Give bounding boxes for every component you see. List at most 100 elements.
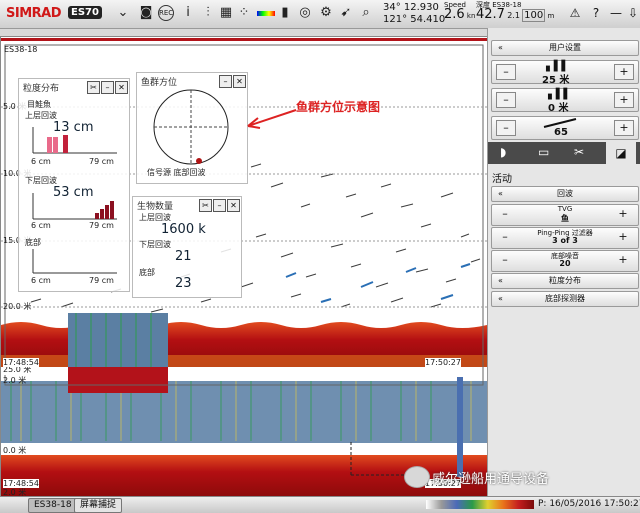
minimize-icon[interactable]: —: [608, 5, 624, 21]
info-icon[interactable]: ⅰ: [180, 5, 196, 21]
annotation-label: 鱼群方位示意图: [296, 100, 381, 114]
range-unit: m: [547, 12, 555, 20]
collapse-icon: «: [498, 294, 503, 303]
speed-readout: Speed 2.6 kn: [444, 1, 475, 21]
tab-channel[interactable]: ES38-18: [28, 498, 78, 513]
close-icon[interactable]: ✕: [115, 81, 128, 94]
chevron-down-icon[interactable]: ⌄: [115, 5, 131, 21]
offset-value: 0 米: [548, 103, 569, 114]
active-tab-icon[interactable]: ◪: [606, 142, 636, 164]
compass-icon[interactable]: ◎: [297, 5, 313, 21]
minimize-icon[interactable]: –: [101, 81, 114, 94]
bearing-footer: 信号源 底部回波: [147, 168, 206, 177]
tools-icon[interactable]: ✂: [199, 199, 212, 212]
panel-controls: ✂ – ✕: [87, 81, 128, 94]
minus-button[interactable]: –: [496, 92, 516, 108]
record-icon[interactable]: REC: [158, 5, 174, 21]
help-icon[interactable]: ?: [588, 5, 604, 21]
camera-icon[interactable]: ◙: [138, 5, 154, 21]
bottom-btn-label: 底部探测器: [545, 294, 585, 303]
brand-logo: SIMRAD: [6, 6, 62, 21]
size-distribution-button[interactable]: « 粒度分布: [491, 273, 639, 289]
depth-tick-20: 20.0 米: [3, 302, 32, 311]
bottom-detector-button[interactable]: « 底部探测器: [491, 291, 639, 307]
tvg-control[interactable]: – TVG 鱼 +: [491, 204, 639, 226]
offset-control[interactable]: – ▖▌▌ 0 米 +: [491, 88, 639, 114]
wechat-icon: [404, 466, 430, 488]
right-settings-panel: « 用户设置 – ▖▌▌ 25 米 + – ▖▌▌ 0 米 + – 65 + ◗ …: [487, 28, 640, 496]
block1-max: 79 cm: [89, 157, 114, 166]
channel-label: ES38-18: [4, 45, 38, 54]
tools-icon[interactable]: ✂: [87, 81, 100, 94]
pointer-icon[interactable]: ➹: [338, 5, 354, 21]
plus-button[interactable]: +: [614, 230, 632, 244]
upper-value: 1600 k: [161, 222, 206, 237]
range-value[interactable]: 100: [522, 9, 546, 22]
bottom-value: 23: [175, 276, 192, 291]
close-icon[interactable]: ✕: [227, 199, 240, 212]
fish-bearing-panel[interactable]: 鱼群方位 – ✕ 信号源 底部回波: [136, 72, 248, 184]
expand-icon[interactable]: ⇩: [625, 5, 640, 21]
bottom-label: 底部: [139, 268, 155, 277]
user-settings-label: 用户设置: [549, 43, 581, 52]
panel-controls: ✂ – ✕: [199, 199, 240, 212]
time-left-2: 17:48:54: [3, 479, 39, 488]
gain-value: 25 米: [542, 75, 570, 86]
color-scale-bar: [426, 500, 534, 509]
plus-button[interactable]: +: [614, 207, 632, 221]
gain-control[interactable]: – ▖▌▌ 25 米 +: [491, 60, 639, 86]
search-icon[interactable]: ⌕: [358, 5, 374, 21]
size-btn-label: 粒度分布: [549, 276, 581, 285]
echo-label: 回波: [557, 189, 573, 198]
tab-screen-capture[interactable]: 屏幕捕捉: [74, 498, 123, 513]
biomass-panel[interactable]: 生物数量 ✂ – ✕ 上层回波 1600 k 下层回波 21 底部 23: [132, 196, 242, 298]
speed-value: 2.6: [444, 7, 465, 22]
subtitle: 目鮭魚: [27, 100, 51, 109]
panel-title: 粒度分布: [23, 84, 60, 94]
plus-button[interactable]: +: [614, 253, 632, 267]
active-label: 活动: [492, 174, 512, 185]
bottom-noise-control[interactable]: – 底部噪音 20 +: [491, 250, 639, 272]
time-left: 17:48:54: [3, 358, 39, 367]
product-badge: ES70: [68, 6, 102, 19]
collapse-icon: «: [498, 189, 503, 198]
minus-button[interactable]: –: [496, 64, 516, 80]
minimize-icon[interactable]: –: [213, 199, 226, 212]
plus-button[interactable]: +: [614, 120, 634, 136]
depth-readout: 深度 ES38-18 42.7 2.1 100 m: [476, 1, 555, 22]
color-scale-icon[interactable]: [257, 5, 277, 21]
slope-control[interactable]: – 65 +: [491, 116, 639, 140]
user-settings-button[interactable]: « 用户设置: [491, 40, 639, 56]
playback-date: P: 16/05/2016: [538, 499, 602, 509]
fish-bearing-dot: [196, 158, 202, 164]
dots-icon[interactable]: ⁘: [236, 5, 252, 21]
sliders-icon[interactable]: ⫶: [200, 5, 216, 21]
ping-filter-control[interactable]: – Ping-Ping 过滤器 3 of 3 +: [491, 227, 639, 249]
block2-min: 6 cm: [31, 221, 51, 230]
minus-button[interactable]: –: [496, 120, 516, 136]
block3-min: 6 cm: [31, 276, 51, 285]
block2-max: 79 cm: [89, 221, 114, 230]
plus-button[interactable]: +: [614, 64, 634, 80]
settings-icon[interactable]: ⚙: [318, 5, 334, 21]
echo-button[interactable]: « 回波: [491, 186, 639, 202]
depth-value: 42.7: [476, 7, 505, 22]
warning-icon[interactable]: ⚠: [567, 5, 583, 21]
status-bar: ES38-18 屏幕捕捉 P: 16/05/2016 17:50:27: [0, 496, 640, 513]
tools-icon[interactable]: ✂: [574, 145, 584, 159]
annotation-arrow: [247, 109, 297, 129]
block1-min: 6 cm: [31, 157, 51, 166]
position-readout: 34° 12.930 121° 54.410: [383, 2, 445, 26]
grid-icon[interactable]: ▦: [218, 5, 234, 21]
bar-chart-icon[interactable]: ▮: [277, 5, 293, 21]
mid-label: 下层回波: [139, 240, 171, 249]
range-small: 2.1: [507, 11, 520, 20]
signal-icon[interactable]: ◗: [500, 145, 506, 159]
clock: 17:50:27: [604, 499, 640, 509]
time-right: 17:50:27: [425, 358, 461, 367]
watermark-text: 威尔逊船用通导设备: [432, 472, 550, 487]
plus-button[interactable]: +: [614, 92, 634, 108]
monitor-icon[interactable]: ▭: [538, 145, 549, 159]
mid-value: 21: [175, 249, 192, 264]
size-distribution-panel[interactable]: 粒度分布 ✂ – ✕ 目鮭魚 上层回波 13 cm 6 cm 79 cm 下层回波 …: [18, 78, 130, 292]
